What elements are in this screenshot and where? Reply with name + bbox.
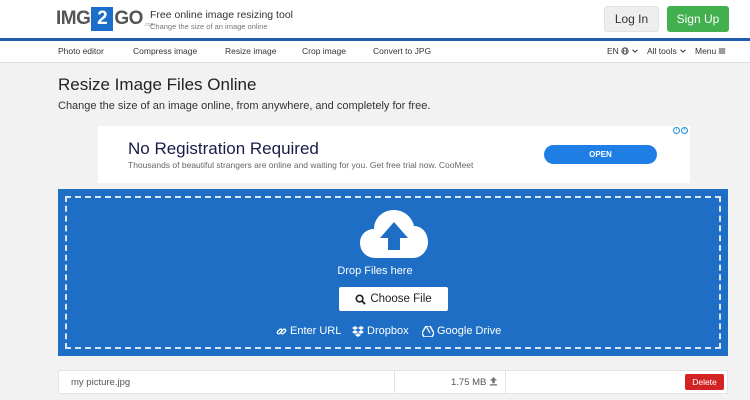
- page-subtitle: Change the size of an image online, from…: [58, 100, 431, 112]
- upload-progress-icon: [489, 377, 498, 386]
- tagline-sub: Change the size of an image online: [150, 22, 268, 31]
- column-divider: [394, 371, 395, 393]
- file-row: my picture.jpg 1.75 MB Delete: [58, 370, 728, 394]
- ad-choices[interactable]: i ×: [673, 127, 688, 134]
- nav-resize-image[interactable]: Resize image: [225, 46, 277, 56]
- ad-banner[interactable]: i × No Registration Required Thousands o…: [98, 126, 690, 183]
- delete-file-button[interactable]: Delete: [685, 374, 724, 390]
- drop-files-text: Drop Files here: [337, 265, 413, 277]
- all-tools-menu[interactable]: All tools: [647, 46, 687, 56]
- main-menu[interactable]: Menu: [695, 46, 726, 56]
- tagline-main: Free online image resizing tool: [150, 9, 293, 21]
- logo-badge-two: 2: [91, 7, 114, 31]
- language-label: EN: [607, 46, 619, 56]
- ad-info-icon[interactable]: i: [673, 127, 680, 134]
- all-tools-label: All tools: [647, 46, 677, 56]
- signup-button[interactable]: Sign Up: [667, 6, 729, 32]
- logo-text-go: GO: [114, 8, 143, 29]
- ad-close-icon[interactable]: ×: [681, 127, 688, 134]
- dropbox-label: Dropbox: [367, 325, 409, 337]
- nav-photo-editor[interactable]: Photo editor: [58, 46, 104, 56]
- google-drive-link[interactable]: Google Drive: [422, 325, 501, 337]
- cloud-upload-icon: [360, 210, 428, 258]
- chevron-down-icon: [632, 49, 638, 53]
- file-size-value: 1.75 MB: [451, 377, 487, 388]
- ad-open-button[interactable]: OPEN: [544, 145, 657, 164]
- globe-icon: [621, 47, 629, 55]
- nav-compress-image[interactable]: Compress image: [133, 46, 197, 56]
- login-button[interactable]: Log In: [604, 6, 659, 32]
- enter-url-link[interactable]: Enter URL: [276, 325, 341, 337]
- hamburger-icon: [719, 48, 726, 54]
- page-title: Resize Image Files Online: [58, 75, 257, 94]
- tool-nav: Photo editor Compress image Resize image…: [0, 41, 750, 63]
- chevron-down-icon: [679, 49, 686, 53]
- logo-text-img: IMG: [56, 8, 91, 29]
- choose-file-label: Choose File: [370, 293, 432, 305]
- nav-crop-image[interactable]: Crop image: [302, 46, 346, 56]
- tagline: Free online image resizing tool Change t…: [150, 9, 293, 31]
- header: IMG 2 GO .com Free online image resizing…: [0, 0, 750, 38]
- language-selector[interactable]: EN: [607, 46, 639, 56]
- column-divider: [505, 371, 506, 393]
- google-drive-label: Google Drive: [437, 325, 502, 337]
- file-size: 1.75 MB: [451, 377, 498, 388]
- menu-label: Menu: [695, 46, 717, 56]
- img2go-logo[interactable]: IMG 2 GO .com: [56, 6, 155, 32]
- search-icon: [355, 293, 367, 305]
- dropbox-link[interactable]: Dropbox: [352, 325, 409, 337]
- enter-url-label: Enter URL: [290, 325, 342, 337]
- nav-convert-to-jpg[interactable]: Convert to JPG: [373, 46, 431, 56]
- ad-body: Thousands of beautiful strangers are onl…: [128, 160, 474, 170]
- link-icon: [276, 328, 287, 334]
- file-name: my picture.jpg: [71, 377, 131, 388]
- dropbox-icon: [352, 325, 364, 337]
- choose-file-button[interactable]: Choose File: [339, 287, 448, 311]
- google-drive-icon: [422, 325, 434, 337]
- ad-headline: No Registration Required: [128, 139, 319, 158]
